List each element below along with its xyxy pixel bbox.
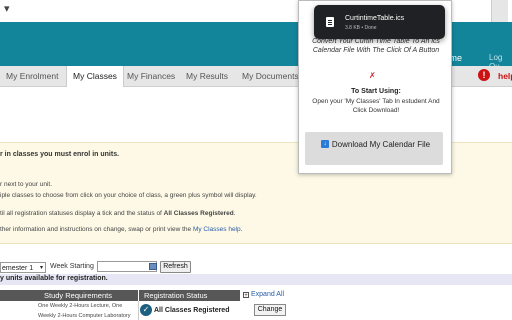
units-available-band: y units available for registration. (0, 274, 512, 285)
notice-line-5-end: . (240, 226, 243, 233)
notice-line-4-bold: All Classes Registered (163, 210, 234, 217)
change-button[interactable]: Change (254, 304, 286, 316)
row-divider (138, 301, 139, 320)
study-requirement-line-2: Weekly 2-Hours Computer Laboratory (38, 313, 131, 319)
study-requirement-line-1: One Weekly 2-Hours Lecture, One (38, 303, 123, 309)
download-meta: 3.8 KB • Done (345, 25, 377, 31)
notice-line-2: r next to your unit. (0, 181, 53, 188)
notice-line-5: ther information and instructions on cha… (0, 226, 242, 233)
expand-all-icon[interactable]: + (243, 292, 249, 299)
download-toast[interactable]: CurtintimeTable.ics 3.8 KB • Done (314, 5, 445, 39)
notice-line-1: r in classes you must enrol in units. (0, 151, 120, 158)
header-study-requirements: Study Requirements (44, 291, 112, 300)
week-starting-label: Week Starting (50, 263, 94, 270)
popup-title: Convert Your Curtin Time Table To An ics… (312, 38, 440, 54)
expand-all-link[interactable]: Expand All (251, 291, 284, 298)
tab-my-classes[interactable]: My Classes (66, 66, 124, 87)
tab-my-finances[interactable]: My Finances (121, 66, 181, 86)
notice-line-3: iple classes to choose from click on you… (0, 192, 257, 199)
help-icon[interactable]: ! (478, 69, 490, 81)
header-registration-status: Registration Status (144, 291, 208, 300)
semester-select[interactable]: emester 1 ▾ (0, 262, 46, 273)
semester-value: emester 1 (2, 265, 34, 272)
header-divider (138, 290, 139, 301)
my-classes-help-link[interactable]: My Classes help (193, 226, 241, 233)
tab-my-documents[interactable]: My Documents (236, 66, 305, 86)
notice-line-4-end: . (233, 210, 236, 217)
week-starting-input[interactable] (97, 261, 157, 272)
calendar-icon[interactable] (149, 263, 157, 270)
refresh-button[interactable]: Refresh (160, 261, 191, 273)
table-header: Study Requirements Registration Status (0, 290, 240, 301)
file-icon (326, 17, 334, 27)
download-calendar-button[interactable]: ↓ Download My Calendar File (305, 132, 443, 165)
popup-start-body: Open your 'My Classes' Tab In estudent A… (312, 98, 440, 114)
tab-my-results[interactable]: My Results (180, 66, 234, 86)
download-calendar-label: Download My Calendar File (331, 140, 431, 149)
registration-status: All Classes Registered (154, 307, 230, 314)
scissors-icon: ✗ (369, 71, 376, 80)
notice-line-4-text: til all registration statuses display a … (0, 210, 164, 217)
notice-line-5-text: ther information and instructions on cha… (0, 226, 193, 233)
downloaded-filename: CurtintimeTable.ics (345, 15, 405, 22)
tab-my-enrolment[interactable]: My Enrolment (0, 66, 64, 86)
check-icon: ✓ (140, 304, 152, 316)
chevron-down-icon: ▾ (4, 3, 10, 15)
download-icon: ↓ (321, 140, 329, 148)
popup-start-heading: To Start Using: (351, 88, 401, 95)
chevron-down-icon: ▾ (39, 265, 43, 271)
notice-line-4: til all registration statuses display a … (0, 210, 236, 217)
units-available-text: y units available for registration. (0, 275, 108, 282)
scrollbar-stub[interactable] (491, 0, 508, 22)
